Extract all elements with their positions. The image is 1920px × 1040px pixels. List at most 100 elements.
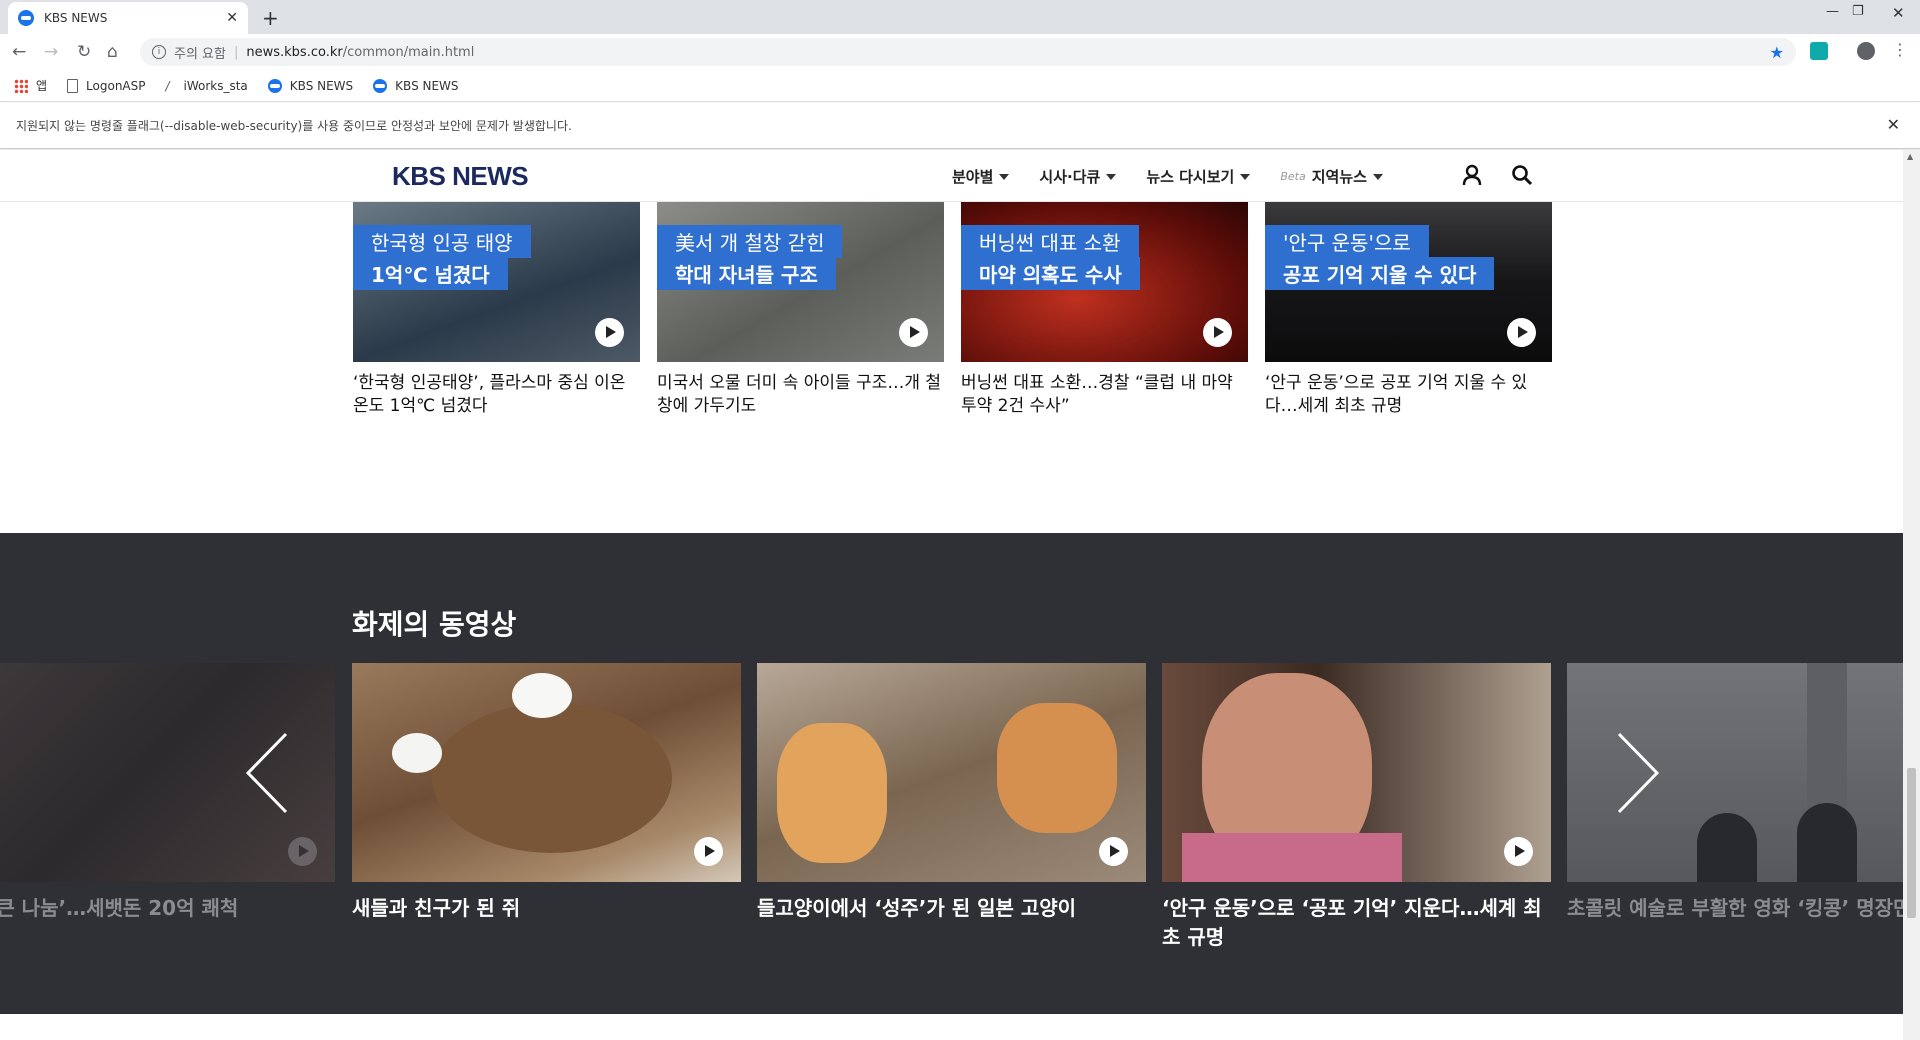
page-footer-edge [0,1014,1903,1040]
news-card[interactable]: 美서 개 철창 갇힌 학대 자녀들 구조 미국서 오물 더미 속 아이들 구조…… [657,202,944,418]
browser-toolbar: ← → ↻ ⌂ i 주의 요함 | news.kbs.co.kr/common/… [0,34,1920,70]
news-thumbnail[interactable]: 버닝썬 대표 소환 마약 의혹도 수사 [961,202,1248,362]
news-title[interactable]: ‘한국형 인공태양’, 플라스마 중심 이온 온도 1억℃ 넘겼다 [353,372,640,418]
caret-down-icon [999,173,1010,180]
infobar-text: 지원되지 않는 명령줄 플래그(--disable-web-security)를… [16,119,572,133]
caption-line-2: 1억℃ 넘겼다 [353,257,508,290]
bookmark-label: LogonASP [86,78,146,93]
video-thumbnail[interactable] [1162,663,1551,882]
url-separator: | [233,44,239,60]
document-icon [67,78,79,93]
caption-line-2: 공포 기억 지울 수 있다 [1265,257,1495,290]
caret-down-icon [1106,173,1117,180]
video-card[interactable]: 새들과 친구가 된 쥐 [352,663,741,923]
warning-infobar: 지원되지 않는 명령줄 플래그(--disable-web-security)를… [0,103,1920,149]
forward-icon[interactable]: → [44,42,58,62]
play-icon[interactable] [1504,837,1533,866]
kbs-favicon [18,10,34,26]
restore-icon[interactable]: ❐ [1852,4,1864,19]
menu-replay[interactable]: 뉴스 다시보기 [1146,166,1251,187]
video-title[interactable]: 이 ‘통 큰 나눔’…세뱃돈 20억 쾌척 [0,894,335,923]
video-title[interactable]: 들고양이에서 ‘성주’가 된 일본 고양이 [757,894,1146,923]
section-heading: 화제의 동영상 [352,608,517,641]
caption-line-1: 한국형 인공 태양 [353,225,531,258]
scrollbar-thumb[interactable] [1907,768,1916,918]
kbs-favicon [373,78,388,93]
bookmark-kbs-news-1[interactable]: KBS NEWS [267,78,354,93]
profile-icon[interactable] [1857,42,1875,60]
bookmark-label: KBS NEWS [289,78,354,93]
play-icon[interactable] [1099,837,1128,866]
site-header: KBS NEWS 분야별 시사·다큐 뉴스 다시보기 Beta 지역뉴스 [0,150,1903,202]
play-icon[interactable] [595,318,624,347]
play-icon[interactable] [1507,318,1536,347]
news-thumbnail[interactable]: '안구 운동'으로 공포 기억 지울 수 있다 [1265,202,1552,362]
video-card[interactable]: 들고양이에서 ‘성주’가 된 일본 고양이 [757,663,1146,923]
page-scrollbar[interactable]: ▲ [1903,150,1920,1040]
close-infobar-icon[interactable]: ✕ [1887,115,1900,134]
video-title[interactable]: 초콜릿 예술로 부활한 영화 ‘킹콩’ 명장면 [1567,894,1903,923]
browser-tab[interactable]: KBS NEWS ✕ [8,2,248,34]
bookmark-star-icon[interactable]: ★ [1770,43,1784,62]
minimize-icon[interactable]: — [1826,4,1839,19]
tab-title: KBS NEWS [44,11,108,25]
back-icon[interactable]: ← [12,42,26,62]
play-icon[interactable] [694,837,723,866]
url-path: /common/main.html [342,44,475,60]
play-icon[interactable] [899,318,928,347]
news-title[interactable]: 버닝썬 대표 소환…경찰 “클럽 내 마약 투약 2건 수사” [961,372,1248,418]
apps-icon [14,78,28,93]
menu-label: 시사·다큐 [1039,168,1101,186]
bookmark-label: KBS NEWS [395,78,459,93]
bookmarks-bar: 앱 LogonASP / iWorks_sta KBS NEWS KBS NEW… [0,70,1920,102]
play-icon[interactable] [288,837,317,866]
carousel-prev-icon[interactable] [240,728,300,818]
kbs-news-logo[interactable]: KBS NEWS [392,161,529,192]
bookmark-kbs-news-2[interactable]: KBS NEWS [373,78,459,93]
menu-category[interactable]: 분야별 [952,166,1010,187]
caption-line-1: 버닝썬 대표 소환 [961,225,1139,258]
news-card[interactable]: 한국형 인공 태양 1억℃ 넘겼다 ‘한국형 인공태양’, 플라스마 중심 이온… [353,202,640,418]
news-thumbnail[interactable]: 美서 개 철창 갇힌 학대 자녀들 구조 [657,202,944,362]
menu-documentary[interactable]: 시사·다큐 [1039,166,1117,187]
close-tab-icon[interactable]: ✕ [226,10,238,26]
user-icon[interactable] [1462,164,1482,186]
security-warning: 주의 요함 [174,46,226,62]
tab-strip: KBS NEWS ✕ + — ❐ ✕ [0,0,1920,34]
close-window-icon[interactable]: ✕ [1892,4,1905,22]
bookmark-iworks[interactable]: / iWorks_sta [166,79,248,93]
reload-icon[interactable]: ↻ [77,42,91,62]
search-icon[interactable] [1511,164,1533,186]
info-icon[interactable]: i [152,45,166,59]
news-title[interactable]: 미국서 오물 더미 속 아이들 구조…개 철창에 가두기도 [657,372,944,418]
url-host: news.kbs.co.kr [246,44,343,60]
video-thumbnail[interactable] [352,663,741,882]
bookmark-label: iWorks_sta [183,78,248,93]
caret-down-icon [1372,173,1383,180]
carousel-next-icon[interactable] [1605,728,1665,818]
bookmark-apps[interactable]: 앱 [14,77,47,94]
address-bar[interactable]: i 주의 요함 | news.kbs.co.kr/common/main.htm… [140,38,1796,66]
caption-line-2: 학대 자녀들 구조 [657,257,836,290]
news-title[interactable]: ‘안구 운동’으로 공포 기억 지울 수 있다…세계 최초 규명 [1265,372,1552,418]
news-card[interactable]: '안구 운동'으로 공포 기억 지울 수 있다 ‘안구 운동’으로 공포 기억 … [1265,202,1552,418]
menu-local-news[interactable]: Beta 지역뉴스 [1280,166,1383,187]
menu-label: 지역뉴스 [1311,168,1367,186]
main-menu: 분야별 시사·다큐 뉴스 다시보기 Beta 지역뉴스 [952,166,1383,187]
news-thumbnail[interactable]: 한국형 인공 태양 1억℃ 넘겼다 [353,202,640,362]
news-card[interactable]: 버닝썬 대표 소환 마약 의혹도 수사 버닝썬 대표 소환…경찰 “클럽 내 마… [961,202,1248,418]
video-card[interactable]: ‘안구 운동’으로 ‘공포 기억’ 지운다…세계 최초 규명 [1162,663,1551,952]
caption-line-2: 마약 의혹도 수사 [961,257,1140,290]
page-viewport: KBS NEWS 분야별 시사·다큐 뉴스 다시보기 Beta 지역뉴스 한국형 … [0,150,1903,1040]
video-thumbnail[interactable] [757,663,1146,882]
bookmark-logonasp[interactable]: LogonASP [67,78,146,93]
video-title[interactable]: 새들과 친구가 된 쥐 [352,894,741,923]
home-icon[interactable]: ⌂ [107,42,118,62]
extension-icon[interactable] [1810,42,1828,60]
menu-dots-icon[interactable]: ⋮ [1892,40,1908,59]
scroll-up-icon[interactable]: ▲ [1907,152,1913,161]
new-tab-button[interactable]: + [262,6,279,30]
trending-videos-section: 화제의 동영상 이 ‘통 큰 나눔’…세뱃돈 20억 쾌척 새들과 친구가 된 … [0,533,1903,1014]
video-title[interactable]: ‘안구 운동’으로 ‘공포 기억’ 지운다…세계 최초 규명 [1162,894,1551,952]
play-icon[interactable] [1203,318,1232,347]
